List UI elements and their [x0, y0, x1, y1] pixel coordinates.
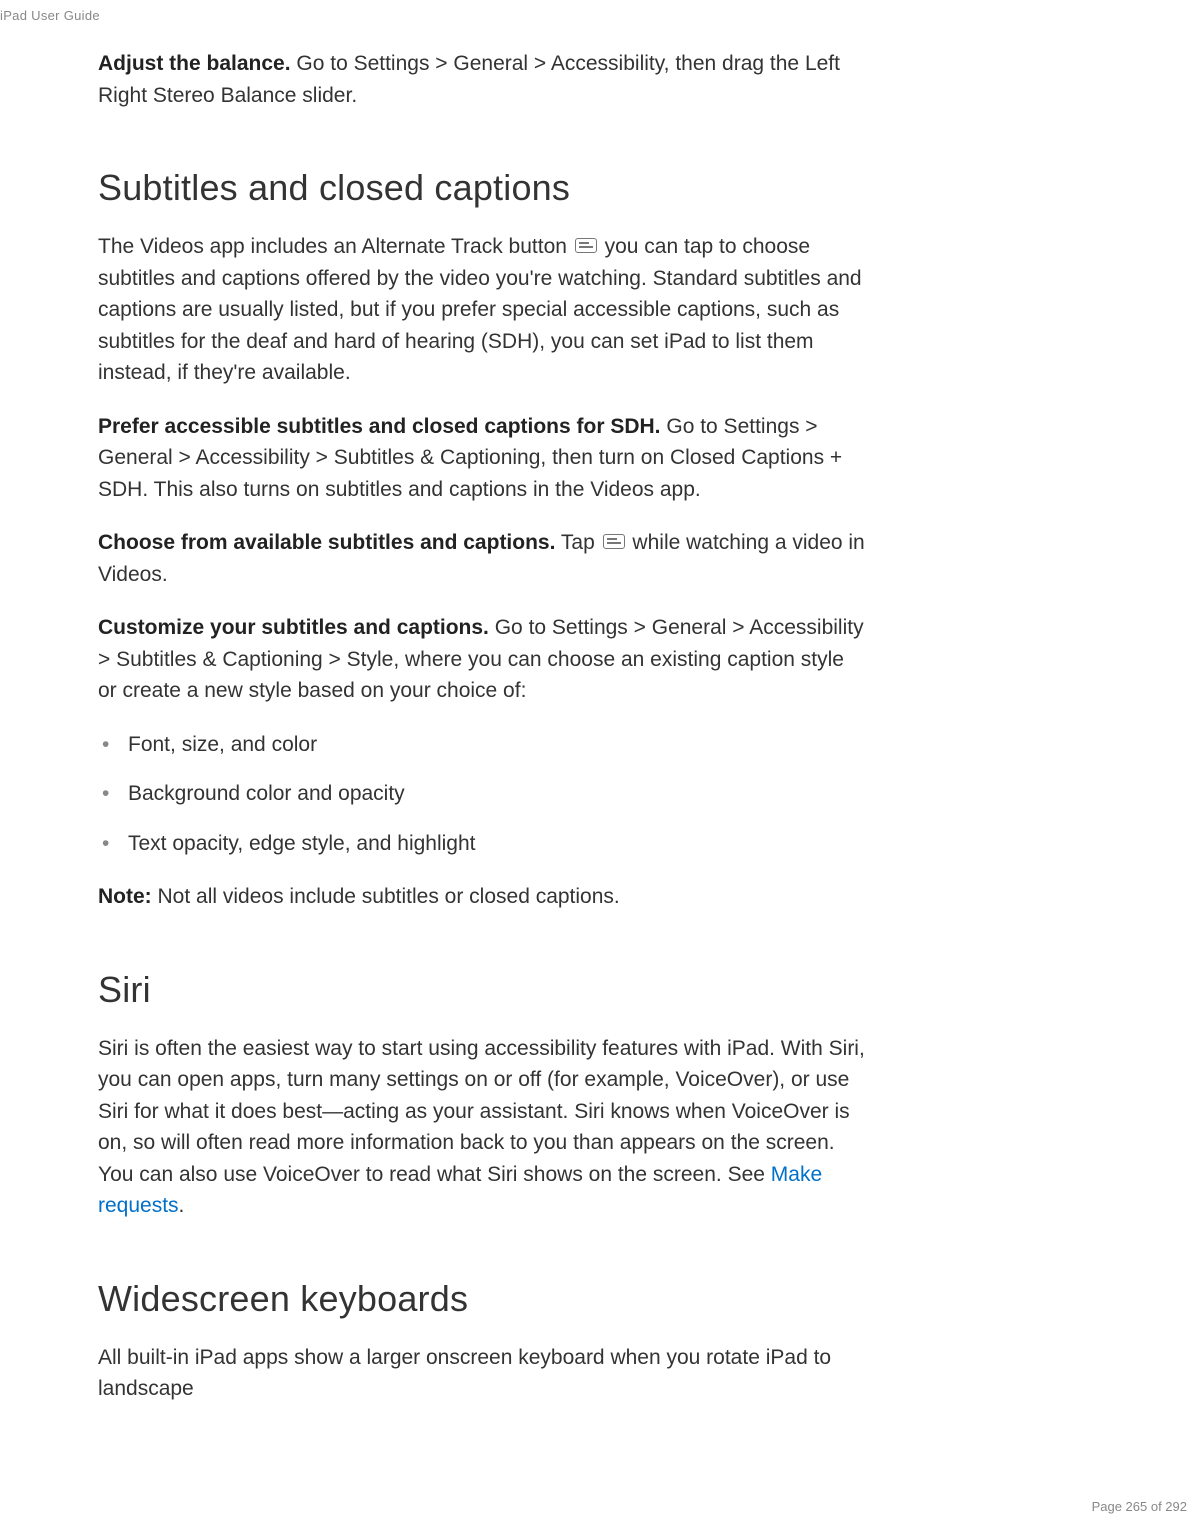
guide-header-label: iPad User Guide	[0, 8, 100, 23]
subtitles-intro-paragraph: The Videos app includes an Alternate Tra…	[98, 231, 866, 389]
alternate-track-icon	[575, 238, 597, 253]
prefer-accessible-paragraph: Prefer accessible subtitles and closed c…	[98, 411, 866, 506]
choose-subtitles-paragraph: Choose from available subtitles and capt…	[98, 527, 866, 590]
customize-subtitles-bold: Customize your subtitles and captions.	[98, 616, 489, 639]
widescreen-keyboards-paragraph: All built-in iPad apps show a larger ons…	[98, 1342, 866, 1405]
siri-heading: Siri	[98, 969, 866, 1011]
adjust-balance-bold: Adjust the balance.	[98, 52, 291, 75]
note-text: Not all videos include subtitles or clos…	[152, 885, 620, 908]
document-content: Adjust the balance. Go to Settings > Gen…	[98, 48, 866, 1427]
customize-subtitles-paragraph: Customize your subtitles and captions. G…	[98, 612, 866, 707]
subtitles-heading: Subtitles and closed captions	[98, 167, 866, 209]
page-indicator: Page 265 of 292	[1092, 1499, 1187, 1514]
siri-paragraph: Siri is often the easiest way to start u…	[98, 1033, 866, 1222]
list-item: Font, size, and color	[98, 729, 866, 761]
adjust-balance-paragraph: Adjust the balance. Go to Settings > Gen…	[98, 48, 866, 111]
subtitles-p1-a: The Videos app includes an Alternate Tra…	[98, 235, 573, 258]
caption-options-list: Font, size, and color Background color a…	[98, 729, 866, 860]
choose-subtitles-a: Tap	[555, 531, 600, 554]
choose-subtitles-bold: Choose from available subtitles and capt…	[98, 531, 555, 554]
siri-text-a: Siri is often the easiest way to start u…	[98, 1037, 865, 1186]
prefer-accessible-bold: Prefer accessible subtitles and closed c…	[98, 415, 661, 438]
siri-text-b: .	[179, 1194, 185, 1217]
list-item: Text opacity, edge style, and highlight	[98, 828, 866, 860]
widescreen-keyboards-heading: Widescreen keyboards	[98, 1278, 866, 1320]
note-bold: Note:	[98, 885, 152, 908]
widescreen-keyboards-text: All built-in iPad apps show a larger ons…	[98, 1346, 831, 1401]
note-paragraph: Note: Not all videos include subtitles o…	[98, 881, 866, 913]
alternate-track-icon	[603, 534, 625, 549]
list-item: Background color and opacity	[98, 778, 866, 810]
